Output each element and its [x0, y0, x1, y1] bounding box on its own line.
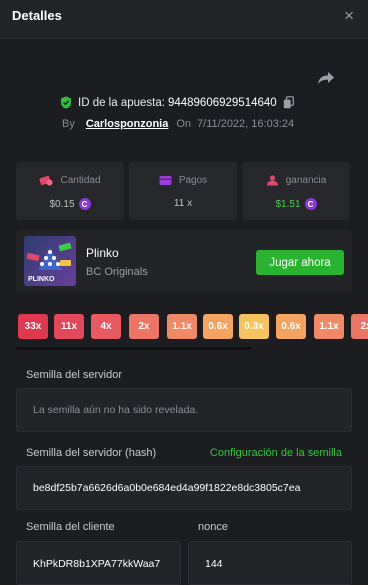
modal-title: Detalles	[12, 8, 62, 23]
bet-datetime: 7/11/2022, 16:03:24	[197, 118, 295, 130]
stat-amount: Cantidad $0.15 C	[16, 162, 124, 220]
multiplier-row: 33x 11x 4x 2x 1.1x 0.6x 0.3x 0.6x 1.1x 2…	[18, 314, 368, 340]
thumbnail-label: PLINKO	[28, 276, 55, 283]
nonce-field[interactable]: 144	[188, 541, 352, 585]
stat-amount-value: $0.15	[49, 198, 75, 210]
copy-icon[interactable]	[283, 96, 294, 109]
client-seed-value: KhPkDR8b1XPA77kkWaa7	[33, 558, 161, 570]
money-icon	[39, 175, 53, 186]
play-now-button[interactable]: Jugar ahora	[256, 250, 344, 275]
stat-amount-label: Cantidad	[60, 175, 101, 186]
nonce-value: 144	[205, 558, 223, 570]
stat-profit-label: ganancia	[285, 175, 327, 186]
client-seed-label: Semilla del cliente	[26, 521, 115, 533]
username-link[interactable]: Carlosponzonia	[86, 118, 169, 130]
game-name: Plinko	[86, 246, 119, 260]
multiplier-chip: 2x	[351, 314, 368, 339]
server-hash-value: be8df25b7a6626d6a0b0e684ed4a99f1822e8dc3…	[33, 482, 301, 494]
multiplier-chip: 0.6x	[276, 314, 306, 339]
multiplier-chip: 2x	[129, 314, 159, 339]
bet-id-label: ID de la apuesta:	[78, 96, 165, 109]
modal-header: Detalles ×	[0, 0, 368, 39]
game-thumbnail[interactable]: PLINKO	[24, 236, 76, 286]
nonce-label: nonce	[198, 521, 228, 533]
server-seed-label: Semilla del servidor	[26, 369, 122, 381]
multiplier-chip: 1.1x	[314, 314, 344, 339]
stat-payout-value: 11 x	[173, 198, 193, 209]
close-icon[interactable]: ×	[344, 6, 354, 26]
server-seed-placeholder: La semilla aún no ha sido revelada.	[33, 404, 199, 416]
coin-icon: C	[304, 198, 317, 210]
multiplier-chip: 4x	[91, 314, 121, 339]
bet-stats: Cantidad $0.15 C Pagos 11 x ganancia $1.…	[16, 162, 350, 220]
bet-id-row: ID de la apuesta: 94489606929514640	[60, 96, 294, 109]
on-label: On	[176, 118, 192, 130]
server-seed-field: La semilla aún no ha sido revelada.	[16, 388, 352, 432]
game-provider: BC Originals	[86, 266, 148, 278]
multiplier-chip: 33x	[18, 314, 48, 339]
bet-id-value: 94489606929514640	[167, 96, 277, 109]
server-hash-label: Semilla del servidor (hash)	[26, 447, 157, 459]
seed-config-link[interactable]: Configuración de la semilla	[210, 447, 342, 459]
bet-author-row: By Carlosponzonia On 7/11/2022, 16:03:24	[62, 118, 294, 130]
multiplier-chip: 1.1x	[167, 314, 197, 339]
profit-icon	[266, 175, 278, 186]
stat-payout-label: Pagos	[178, 175, 208, 186]
coin-icon: C	[78, 198, 91, 210]
shield-icon	[61, 96, 71, 109]
stat-profit: ganancia $1.51 C	[242, 162, 350, 220]
multiplier-chip: 0.3x	[239, 314, 269, 339]
multiplier-scrollbar[interactable]	[16, 347, 251, 350]
wallet-icon	[159, 176, 172, 185]
stat-payout: Pagos 11 x	[129, 162, 237, 220]
multiplier-chip: 0.6x	[203, 314, 233, 339]
share-icon[interactable]	[316, 70, 336, 86]
by-label: By	[62, 118, 75, 130]
client-seed-field[interactable]: KhPkDR8b1XPA77kkWaa7	[16, 541, 181, 585]
game-card: PLINKO Plinko BC Originals Jugar ahora	[16, 230, 352, 292]
server-hash-field[interactable]: be8df25b7a6626d6a0b0e684ed4a99f1822e8dc3…	[16, 466, 352, 510]
multiplier-chip: 11x	[54, 314, 84, 339]
stat-profit-value: $1.51	[275, 198, 301, 210]
